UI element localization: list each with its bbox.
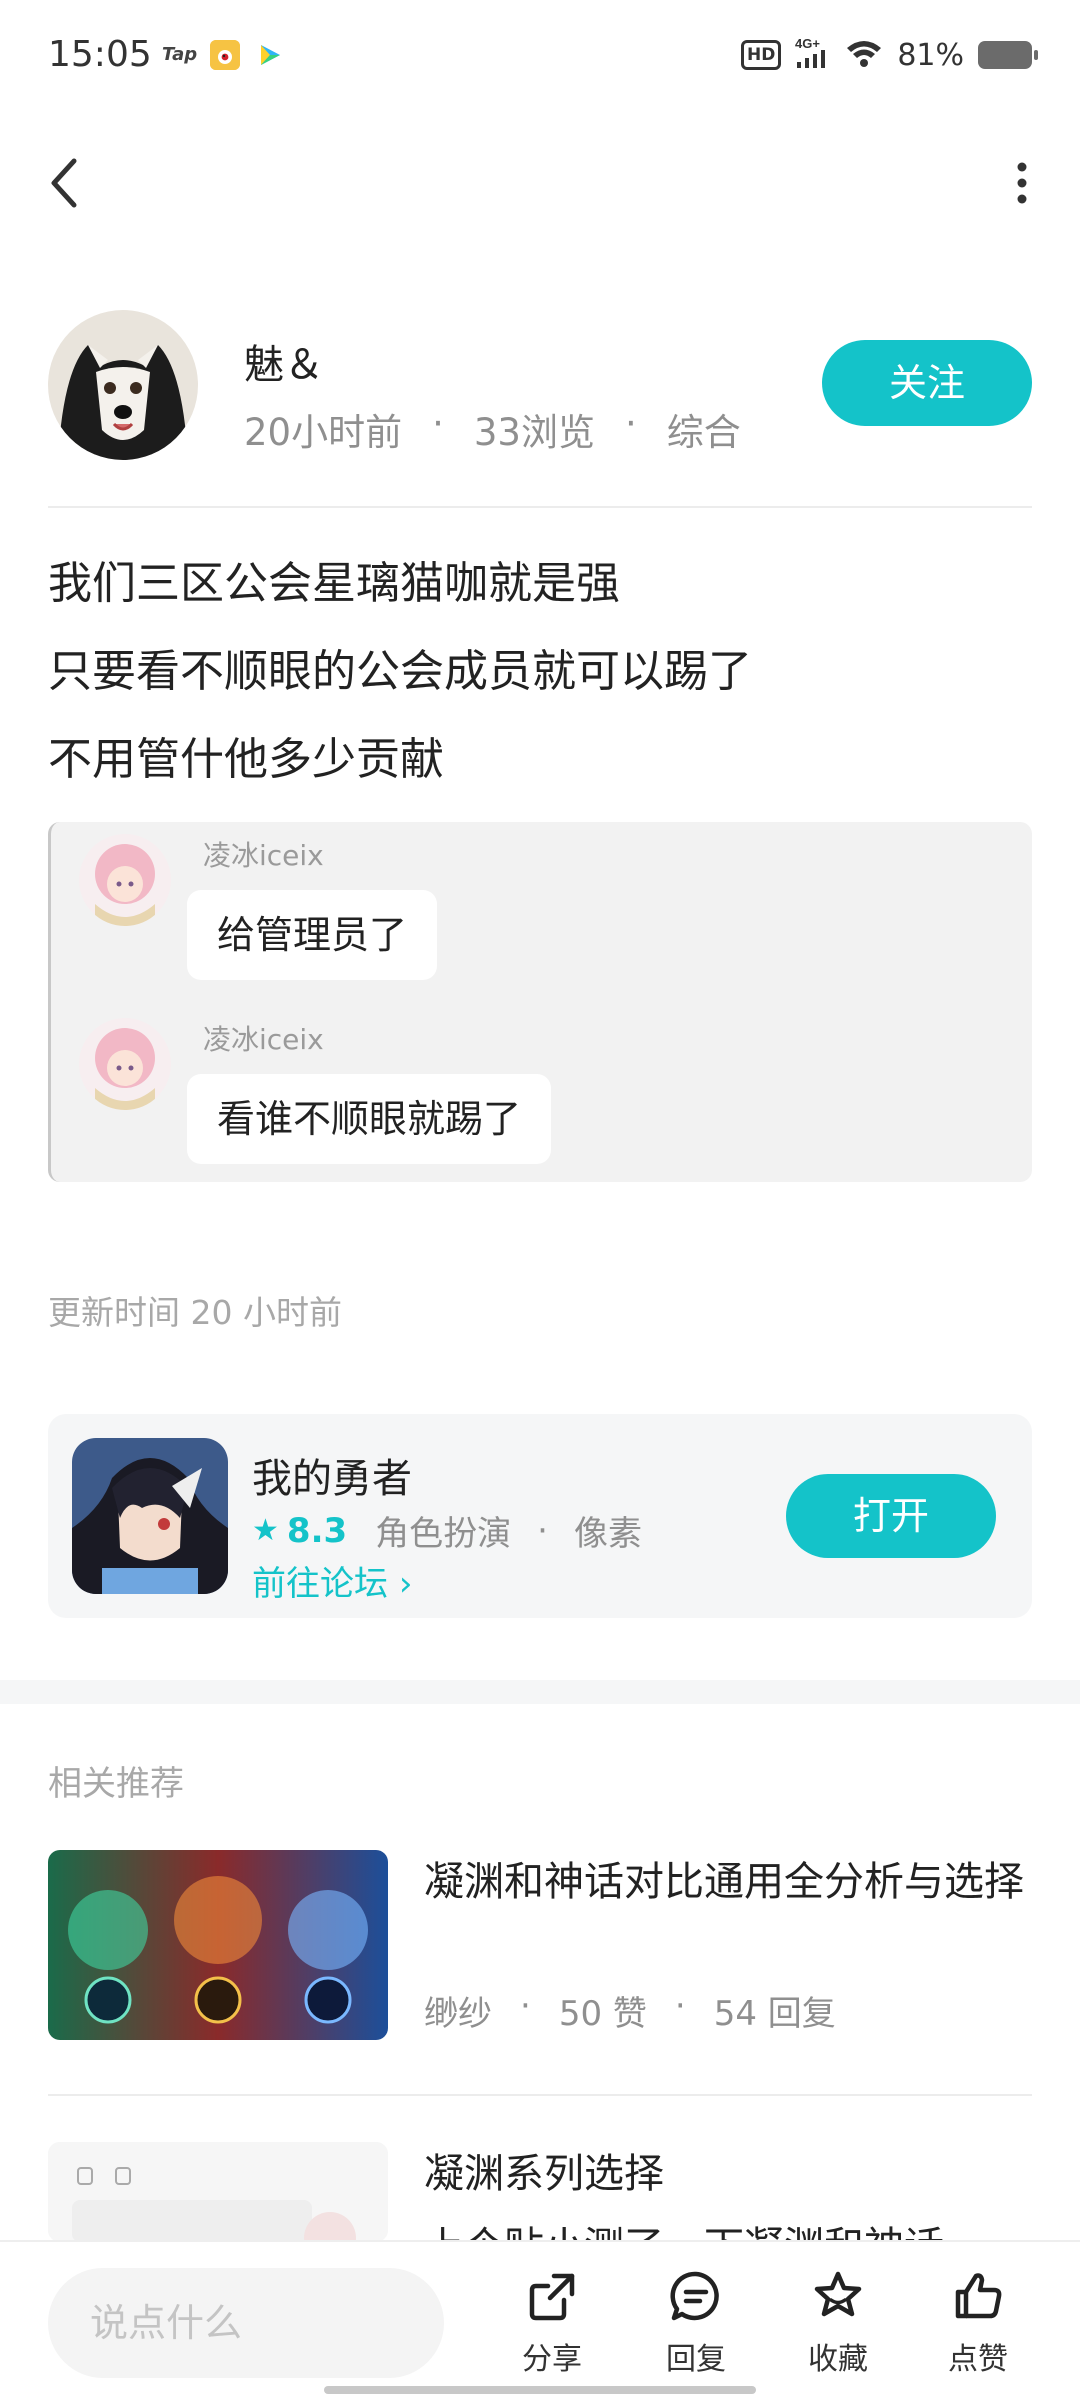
chat-message: 凌冰iceix 给管理员了 <box>79 834 979 1004</box>
quoted-chat: 凌冰iceix 给管理员了 凌冰iceix 看谁不顺眼就踢了 <box>48 822 1032 1182</box>
related-post-title: 凝渊和神话对比通用全分析与选择 <box>424 1859 1024 1905</box>
comment-input[interactable]: 说点什么 <box>48 2268 444 2378</box>
game-icon <box>72 1438 228 1594</box>
reply-label: 回复 <box>666 2342 726 2377</box>
related-post-item[interactable]: 凝渊和神话对比通用全分析与选择 缈纱 · 50 赞 · 54 回复 <box>48 1850 1032 2040</box>
chat-bubble: 给管理员了 <box>187 890 438 980</box>
video-app-icon <box>254 40 284 70</box>
view-count: 33浏览 <box>473 411 595 454</box>
game-card[interactable]: 我的勇者 ★ 8.3 角色扮演 · 像素 前往论坛 › 打开 <box>48 1414 1032 1618</box>
share-icon <box>529 2273 575 2321</box>
top-bar <box>0 125 1080 235</box>
chat-sender-name: 凌冰iceix <box>203 1023 324 1056</box>
related-post-title: 凝渊系列选择 <box>424 2151 664 2197</box>
author-avatar[interactable] <box>48 310 198 460</box>
chat-avatar <box>79 1018 171 1110</box>
status-right: HD 4G+ 81% <box>740 36 1038 74</box>
open-game-button[interactable]: 打开 <box>786 1474 996 1558</box>
status-bar: 15:05 Tap HD 4G+ 81% <box>0 0 1080 115</box>
forum-link-label: 前往论坛 <box>252 1564 399 1604</box>
post-time: 20小时前 <box>244 411 403 454</box>
star-outline-icon <box>814 2271 862 2317</box>
go-to-forum-link[interactable]: 前往论坛 › <box>252 1556 412 1605</box>
related-post-likes: 50 赞 <box>558 1994 647 2034</box>
divider <box>48 2094 1032 2096</box>
related-post-author: 缈纱 <box>424 1994 492 2034</box>
back-button[interactable] <box>44 153 88 213</box>
follow-button[interactable]: 关注 <box>822 340 1032 426</box>
divider <box>48 506 1032 508</box>
game-tag: 像素 <box>573 1514 642 1554</box>
meta-separator: · <box>624 402 637 445</box>
wifi-icon <box>845 38 883 72</box>
game-meta: ★ 8.3 角色扮演 · 像素 <box>252 1506 642 1555</box>
author-meta: 20小时前 · 33浏览 · 综合 <box>244 402 741 456</box>
status-time: 15:05 <box>48 34 152 75</box>
author-name[interactable]: 魅＆ <box>244 332 324 390</box>
game-rating: 8.3 <box>286 1510 348 1551</box>
post-category[interactable]: 综合 <box>667 402 741 456</box>
more-options-button[interactable] <box>1000 153 1044 213</box>
post-body: 我们三区公会星璃猫咖就是强 只要看不顺眼的公会成员就可以踢了 不用管什他多少贡献 <box>48 540 1032 804</box>
meta-separator: · <box>674 1986 686 2026</box>
bottom-action-bar: 说点什么 分享 回复 收藏 点赞 <box>0 2240 1080 2400</box>
svg-text:4G+: 4G+ <box>795 36 820 51</box>
game-genre: 角色扮演 <box>375 1514 512 1554</box>
status-app-icons: Tap <box>162 40 284 70</box>
section-separator <box>0 1680 1080 1704</box>
battery-percent: 81% <box>897 37 964 73</box>
chevron-right-icon: › <box>398 1564 413 1604</box>
like-label: 点赞 <box>948 2342 1008 2377</box>
post-text-line: 不用管什他多少贡献 <box>48 734 444 785</box>
hd-icon: HD <box>740 40 782 70</box>
thumbs-up-icon <box>955 2273 1002 2319</box>
related-post-item[interactable]: 凝渊系列选择 上个贴小测了一下凝渊和神话… <box>48 2142 1032 2270</box>
share-button[interactable]: 分享 <box>502 2268 602 2388</box>
like-button[interactable]: 点赞 <box>928 2268 1028 2388</box>
home-indicator[interactable] <box>324 2386 756 2394</box>
favorite-label: 收藏 <box>808 2342 868 2377</box>
chat-sender-name: 凌冰iceix <box>203 839 324 872</box>
star-icon: ★ <box>252 1513 279 1548</box>
more-vertical-icon <box>1017 162 1027 204</box>
related-post-thumbnail <box>48 2142 388 2242</box>
favorite-button[interactable]: 收藏 <box>788 2268 888 2388</box>
post-text-line: 只要看不顺眼的公会成员就可以踢了 <box>48 646 752 697</box>
signal-icon: 4G+ <box>795 36 831 74</box>
meta-separator: · <box>537 1510 548 1551</box>
related-post-thumbnail <box>48 1850 388 2040</box>
meta-separator: · <box>432 402 444 445</box>
battery-icon <box>978 41 1038 69</box>
share-label: 分享 <box>522 2342 582 2377</box>
chat-bubble: 看谁不顺眼就踢了 <box>187 1074 552 1164</box>
weibo-icon <box>210 40 240 70</box>
game-name[interactable]: 我的勇者 <box>252 1446 412 1504</box>
meta-separator: · <box>520 1986 531 2026</box>
chat-message: 凌冰iceix 看谁不顺眼就踢了 <box>79 1018 979 1188</box>
related-post-replies: 54 回复 <box>713 1994 836 2034</box>
comment-icon <box>670 2271 719 2321</box>
taptap-icon: Tap <box>162 44 198 65</box>
related-post-meta: 缈纱 · 50 赞 · 54 回复 <box>424 1986 836 2035</box>
chevron-left-icon <box>51 158 77 208</box>
related-section-title: 相关推荐 <box>48 1764 184 1804</box>
post-text-line: 我们三区公会星璃猫咖就是强 <box>48 558 620 609</box>
chat-avatar <box>79 834 171 926</box>
reply-button[interactable]: 回复 <box>646 2268 746 2388</box>
author-row: 魅＆ 20小时前 · 33浏览 · 综合 关注 <box>48 310 1032 460</box>
update-time: 更新时间 20 小时前 <box>48 1293 342 1332</box>
